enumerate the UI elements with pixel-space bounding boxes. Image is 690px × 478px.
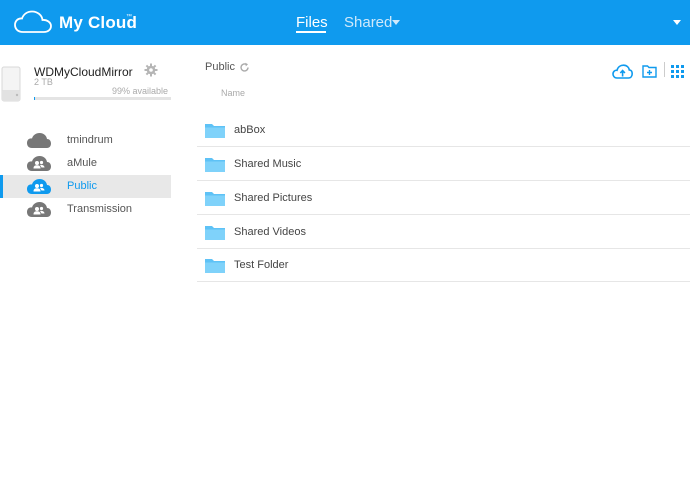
chevron-down-icon[interactable] xyxy=(392,20,400,25)
file-name[interactable]: Shared Music xyxy=(234,158,301,170)
share-item-tmindrum[interactable]: tmindrum xyxy=(0,129,171,152)
nas-device-icon xyxy=(1,66,21,102)
cloud-icon xyxy=(27,133,51,148)
share-label: Public xyxy=(67,180,97,192)
nav-tab-shared[interactable]: Shared xyxy=(344,14,392,31)
folder-icon xyxy=(205,226,225,240)
file-name[interactable]: Shared Videos xyxy=(234,226,306,238)
file-row[interactable]: abBox xyxy=(197,113,690,147)
share-item-amule[interactable]: aMule xyxy=(0,152,171,175)
refresh-icon[interactable] xyxy=(239,62,250,73)
active-tab-indicator xyxy=(296,31,326,33)
storage-available: 99% available xyxy=(112,86,169,96)
folder-icon xyxy=(205,158,225,172)
share-label: aMule xyxy=(67,157,97,169)
file-name[interactable]: abBox xyxy=(234,124,265,136)
trademark-mark: ™ xyxy=(126,14,132,20)
file-name[interactable]: Test Folder xyxy=(234,259,288,271)
folder-icon xyxy=(205,259,225,273)
upload-icon[interactable] xyxy=(612,64,633,79)
folder-icon xyxy=(205,192,225,206)
column-header-name[interactable]: Name xyxy=(221,88,245,98)
file-row[interactable]: Shared Pictures xyxy=(197,181,690,215)
account-menu-chevron-icon[interactable] xyxy=(673,20,681,25)
shared-users-icon xyxy=(27,156,51,171)
share-item-transmission[interactable]: Transmission xyxy=(0,198,171,221)
share-item-public[interactable]: Public xyxy=(0,175,171,198)
new-folder-icon[interactable] xyxy=(642,64,657,78)
folder-icon xyxy=(205,124,225,138)
shared-users-icon xyxy=(27,179,51,194)
share-label: Transmission xyxy=(67,203,132,215)
nav-tab-files[interactable]: Files xyxy=(296,14,328,31)
storage-usage-bar xyxy=(34,97,171,100)
cloud-logo-icon[interactable] xyxy=(14,10,52,34)
grid-view-icon[interactable] xyxy=(671,65,684,78)
shared-users-icon xyxy=(27,202,51,217)
gear-icon[interactable] xyxy=(144,63,158,77)
toolbar-divider xyxy=(664,62,665,77)
file-row[interactable]: Test Folder xyxy=(197,248,690,282)
file-name[interactable]: Shared Pictures xyxy=(234,192,312,204)
device-capacity: 2 TB xyxy=(34,77,53,87)
share-label: tmindrum xyxy=(67,134,113,146)
breadcrumb[interactable]: Public xyxy=(205,61,235,73)
file-row[interactable]: Shared Videos xyxy=(197,215,690,249)
top-bar: My Cloud ™ Files Shared xyxy=(0,0,690,45)
file-row[interactable]: Shared Music xyxy=(197,147,690,181)
storage-usage-fill xyxy=(34,97,36,100)
